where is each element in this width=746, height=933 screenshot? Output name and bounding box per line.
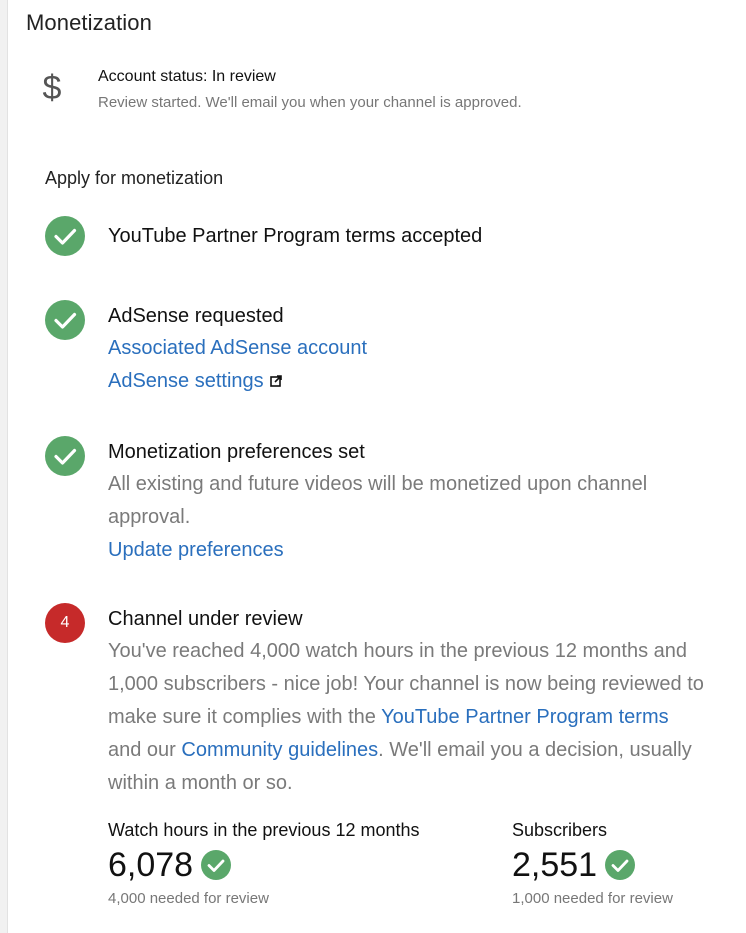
- step-number-badge: 4: [45, 603, 85, 643]
- community-guidelines-link[interactable]: Community guidelines: [181, 739, 378, 761]
- step-title: YouTube Partner Program terms accepted: [108, 225, 483, 247]
- watch-hours-label: Watch hours in the previous 12 months: [108, 820, 420, 840]
- check-icon: [45, 216, 85, 256]
- apply-heading: Apply for monetization: [45, 168, 224, 188]
- associated-adsense-link[interactable]: Associated AdSense account: [108, 332, 705, 365]
- check-icon: [45, 300, 85, 340]
- step-title: Channel under review: [108, 608, 303, 630]
- external-link-icon[interactable]: [269, 374, 282, 392]
- check-icon: [45, 436, 85, 476]
- ypp-terms-link[interactable]: YouTube Partner Program terms: [381, 706, 669, 728]
- page-title: Monetization: [26, 10, 152, 35]
- subscribers-needed: 1,000 needed for review: [512, 890, 673, 907]
- step-description: You've reached 4,000 watch hours in the …: [108, 635, 705, 800]
- watch-hours-stat: Watch hours in the previous 12 months 6,…: [108, 815, 420, 913]
- watch-hours-needed: 4,000 needed for review: [108, 890, 269, 907]
- account-status-title: Account status: In review: [98, 68, 276, 85]
- account-status-subtitle: Review started. We'll email you when you…: [98, 94, 522, 111]
- update-preferences-link[interactable]: Update preferences: [108, 534, 685, 567]
- subscribers-value: 2,551: [512, 845, 598, 884]
- description-text: and our: [108, 739, 182, 761]
- step-description: All existing and future videos will be m…: [108, 473, 648, 528]
- check-icon: [605, 850, 636, 880]
- dollar-icon: $: [42, 69, 62, 107]
- subscribers-stat: Subscribers 2,551 1,000 needed for revie…: [512, 815, 673, 913]
- adsense-settings-link[interactable]: AdSense settings: [108, 370, 264, 392]
- left-divider: [0, 0, 8, 933]
- subscribers-label: Subscribers: [512, 820, 608, 840]
- check-icon: [201, 850, 232, 880]
- step-title: Monetization preferences set: [108, 441, 365, 463]
- step-title: AdSense requested: [108, 305, 284, 327]
- account-status: $ Account status: In review Review start…: [38, 64, 718, 124]
- watch-hours-value: 6,078: [108, 845, 194, 884]
